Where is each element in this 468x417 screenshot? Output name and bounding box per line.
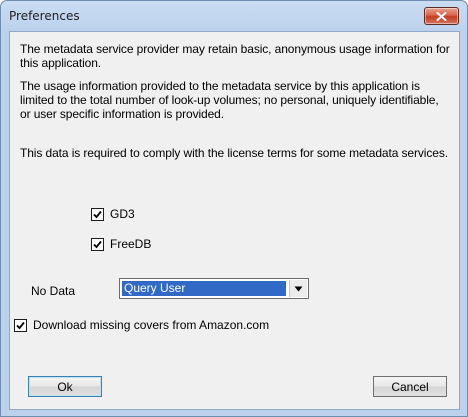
dropdown-arrow-button[interactable] <box>289 280 307 297</box>
amazon-covers-option[interactable]: Download missing covers from Amazon.com <box>14 318 269 332</box>
title-bar[interactable]: Preferences <box>1 1 467 31</box>
cancel-button[interactable]: Cancel <box>373 376 447 397</box>
checkmark-icon <box>93 240 102 248</box>
freedb-checkbox[interactable] <box>91 237 104 251</box>
amazon-covers-label: Download missing covers from Amazon.com <box>33 318 270 332</box>
gd3-checkbox[interactable] <box>91 207 104 221</box>
info-paragraph-retention: The metadata service provider may retain… <box>20 42 450 70</box>
no-data-selected-value: Query User <box>122 281 286 296</box>
gd3-label: GD3 <box>110 207 135 221</box>
info-paragraph-usage: The usage information provided to the me… <box>20 79 439 121</box>
freedb-option[interactable]: FreeDB <box>91 237 151 251</box>
amazon-covers-checkbox[interactable] <box>14 318 27 332</box>
gd3-option[interactable]: GD3 <box>91 207 135 221</box>
info-paragraph-license: This data is required to comply with the… <box>20 146 448 160</box>
chevron-down-icon <box>294 286 303 291</box>
window-title: Preferences <box>9 9 80 23</box>
ok-button[interactable]: Ok <box>28 376 102 397</box>
no-data-label: No Data <box>31 284 76 298</box>
checkmark-icon <box>93 210 102 218</box>
close-button[interactable] <box>424 7 459 25</box>
freedb-label: FreeDB <box>110 237 152 251</box>
no-data-dropdown[interactable]: Query User <box>119 278 309 299</box>
checkmark-icon <box>16 321 25 329</box>
dialog-content: The metadata service provider may retain… <box>9 31 460 410</box>
preferences-dialog: Preferences The metadata service provide… <box>0 0 468 417</box>
close-icon <box>436 11 447 21</box>
